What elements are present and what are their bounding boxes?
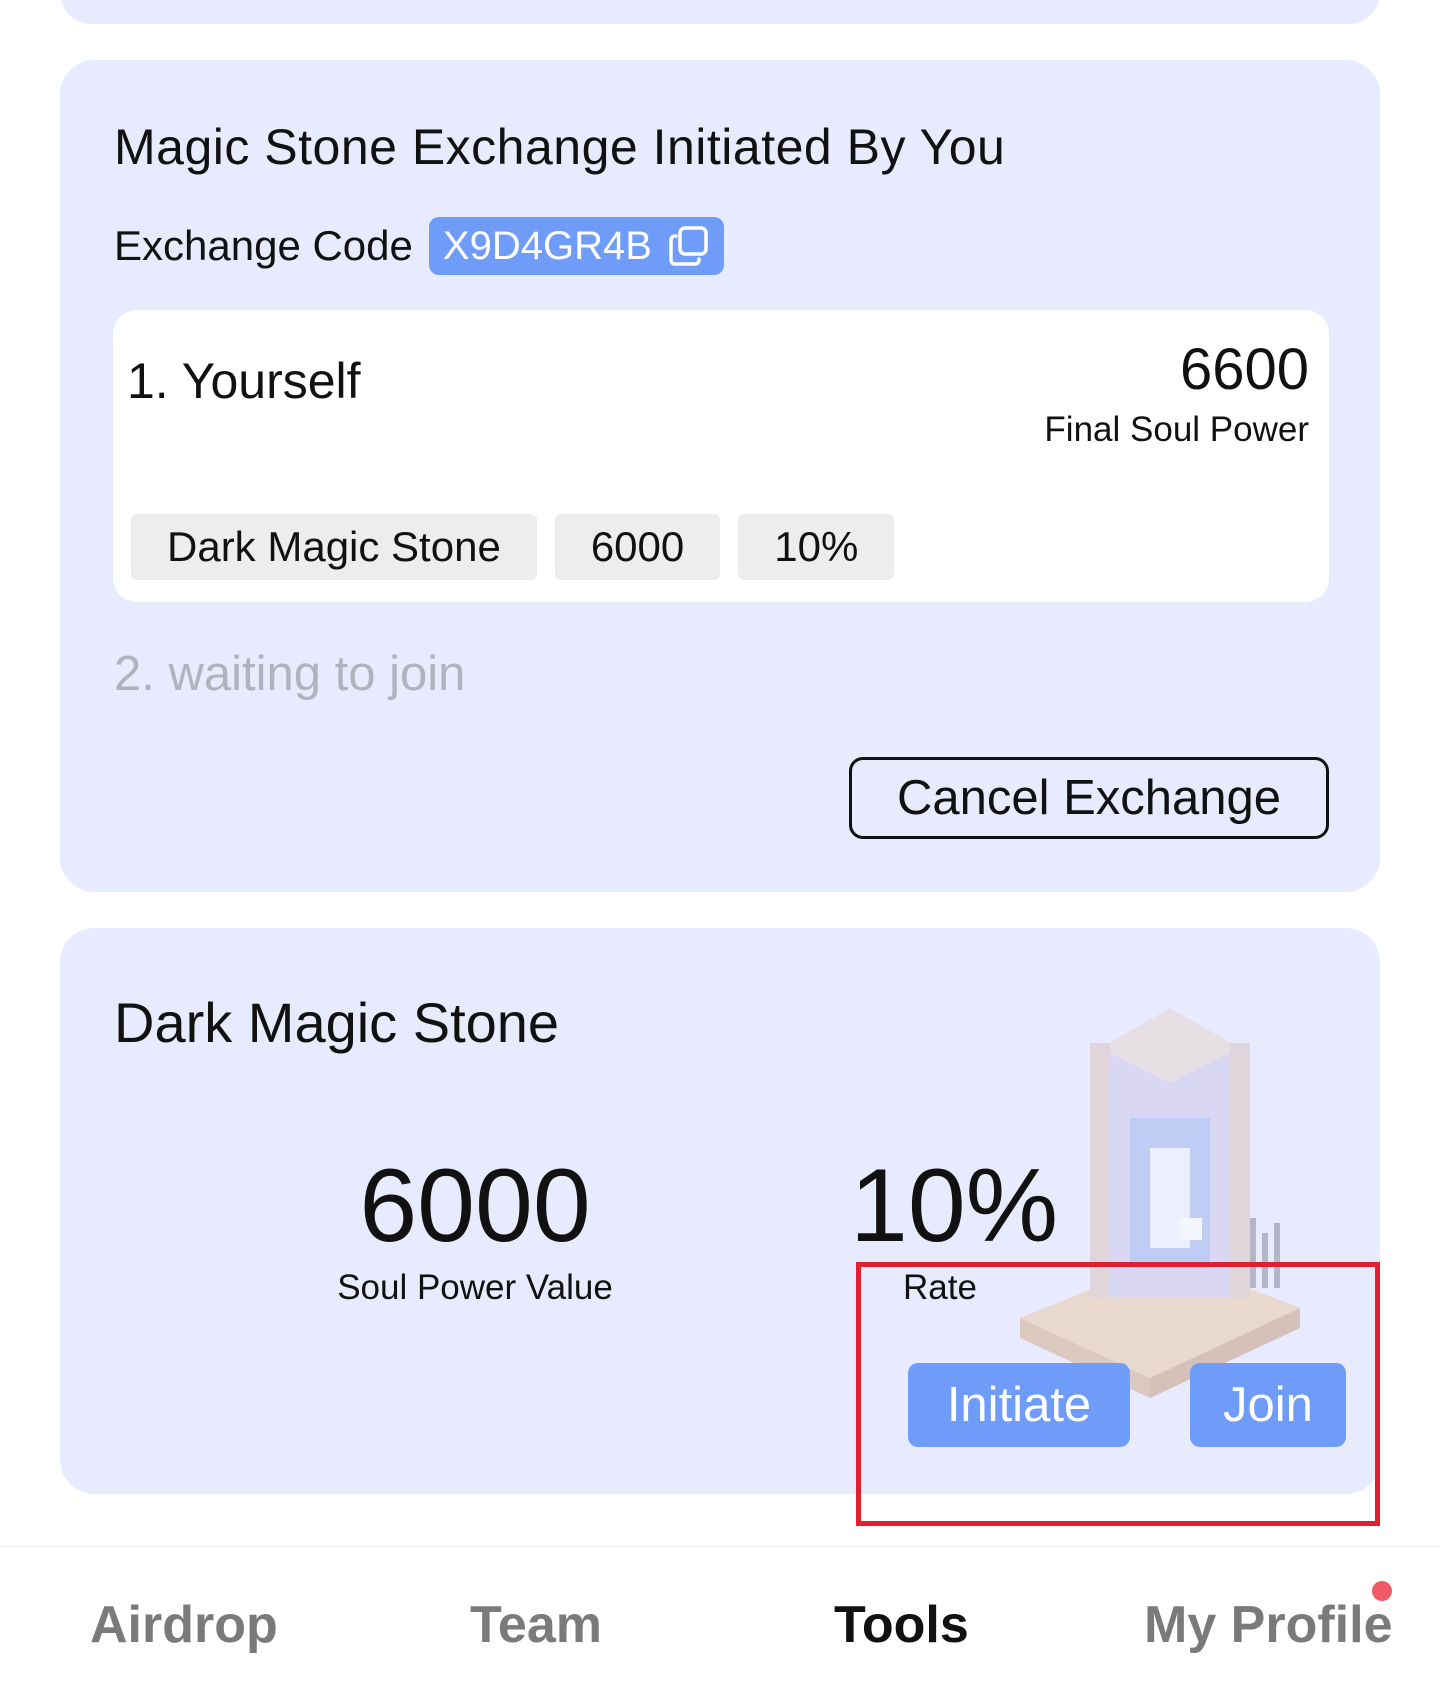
exchange-code-badge[interactable]: X9D4GR4B: [428, 217, 724, 275]
stone-card: Dark Magic Stone 6000 Soul Power Value 1…: [60, 928, 1380, 1494]
stone-title: Dark Magic Stone: [114, 991, 560, 1054]
final-soul-power-label: Final Soul Power: [1044, 410, 1309, 449]
tab-my-profile[interactable]: My Profile: [1144, 1595, 1393, 1655]
waiting-slot: 2. waiting to join: [114, 647, 466, 701]
copy-icon[interactable]: [668, 225, 710, 267]
exchange-code-row: Exchange Code X9D4GR4B: [114, 216, 724, 276]
exchange-title: Magic Stone Exchange Initiated By You: [114, 119, 1006, 175]
rate-value: 10%: [850, 1148, 1059, 1264]
tab-airdrop[interactable]: Airdrop: [90, 1595, 278, 1655]
exchange-card: Magic Stone Exchange Initiated By You Ex…: [60, 60, 1380, 892]
chip-stone-value: 6000: [554, 514, 721, 580]
exchange-code-label: Exchange Code: [114, 222, 413, 269]
soul-power-stat: 6000 Soul Power Value: [310, 1154, 640, 1308]
member-name: 1. Yourself: [127, 353, 361, 409]
initiate-button[interactable]: Initiate: [908, 1363, 1130, 1447]
member-entry-yourself: 1. Yourself 6600 Final Soul Power Dark M…: [113, 310, 1329, 602]
rate-label: Rate: [903, 1268, 977, 1307]
member-stone-chips: Dark Magic Stone 6000 10%: [131, 514, 895, 580]
soul-power-label: Soul Power Value: [337, 1268, 613, 1307]
bottom-tab-bar: Airdrop Team Tools My Profile: [0, 1546, 1440, 1705]
cancel-exchange-button[interactable]: Cancel Exchange: [849, 757, 1329, 839]
join-button[interactable]: Join: [1190, 1363, 1346, 1447]
chip-stone-name: Dark Magic Stone: [131, 514, 537, 580]
chip-stone-rate: 10%: [738, 514, 895, 580]
previous-card-edge: [60, 0, 1380, 24]
tab-team[interactable]: Team: [470, 1595, 602, 1655]
notification-dot: [1372, 1581, 1392, 1601]
final-soul-power-value: 6600: [1179, 337, 1309, 402]
rate-stat: 10% Rate: [850, 1148, 1059, 1308]
tab-tools[interactable]: Tools: [834, 1595, 969, 1655]
soul-power-value: 6000: [359, 1148, 591, 1264]
exchange-code-value: X9D4GR4B: [442, 223, 652, 268]
